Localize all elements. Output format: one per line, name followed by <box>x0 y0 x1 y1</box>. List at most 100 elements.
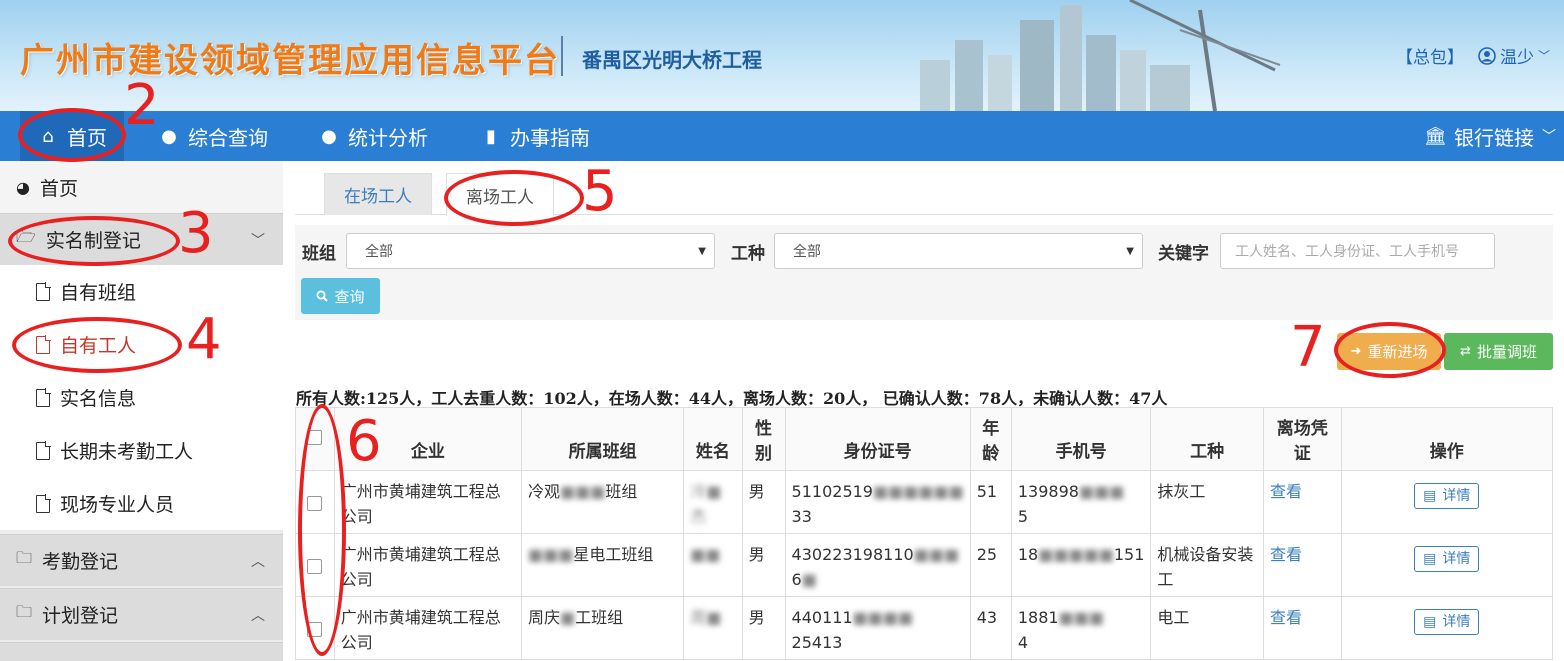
sidebar-group-more[interactable] <box>0 642 283 661</box>
redacted-text: ■■■ <box>913 545 960 564</box>
platform-title: 广州市建设领域管理应用信息平台 <box>20 41 560 81</box>
tab-offsite-workers[interactable]: 离场工人 <box>446 173 554 216</box>
name-redacted: 杰 <box>690 507 707 526</box>
user-name: 温少 <box>1499 48 1534 68</box>
gender-cell: 男 <box>741 533 786 597</box>
gender-cell: 男 <box>741 596 786 660</box>
worktype-select[interactable]: 全部 ▼ <box>774 233 1143 269</box>
keyword-input[interactable]: 工人姓名、工人身份证、工人手机号 <box>1220 233 1495 269</box>
batch-shift-button-label: 批量调班 <box>1476 343 1537 361</box>
folder-open-icon: 🗁 <box>16 227 36 246</box>
sidebar-item-own-workers[interactable]: 自有工人 <box>0 318 283 371</box>
user-icon <box>1478 46 1496 65</box>
team-cell: ■■■星电工班组 <box>520 533 685 597</box>
view-voucher-link[interactable]: 查看 <box>1270 608 1302 627</box>
worktype-cell: 电工 <box>1150 596 1264 660</box>
reenter-button[interactable]: ➜ 重新进场 <box>1337 333 1441 370</box>
detail-button[interactable]: ▤ 详情 <box>1414 609 1480 635</box>
phone-text: 1881 <box>1017 608 1059 627</box>
select-all-cell <box>295 407 335 471</box>
chevron-down-icon: ﹀ <box>1537 49 1550 63</box>
nav-comprehensive-query[interactable]: ● 综合查询 <box>158 111 268 161</box>
phone-text: 18 <box>1017 545 1039 564</box>
id-text-suffix: 25413 <box>791 633 843 652</box>
sidebar-group-plan[interactable]: 🗀 计划登记 ︿ <box>0 588 283 640</box>
age-cell: 25 <box>969 533 1012 597</box>
nav-statistics[interactable]: ● 统计分析 <box>318 111 428 161</box>
nav-home[interactable]: ⌂ 首页 <box>20 111 124 161</box>
detail-button[interactable]: ▤ 详情 <box>1414 483 1480 509</box>
voucher-cell: 查看 <box>1262 470 1342 534</box>
row-checkbox[interactable] <box>307 559 323 574</box>
chevron-up-icon: ︿ <box>251 607 265 624</box>
worktype-cell: 抹灰工 <box>1150 470 1264 534</box>
main-content: 在场工人 离场工人 班组 全部 ▼ 工种 全部 ▼ 关键字 工人姓名、工人身份证… <box>283 161 1564 661</box>
batch-shift-button[interactable]: ⇄ 批量调班 <box>1444 333 1553 370</box>
select-all-checkbox[interactable] <box>307 430 323 445</box>
document-icon: ▤ <box>1423 550 1437 567</box>
redacted-text: ■■■■ <box>852 608 914 627</box>
phone-cell: 139898■■■ 5 <box>1010 470 1152 534</box>
col-company: 企业 <box>333 407 522 471</box>
file-icon <box>36 335 51 354</box>
redacted-text: ■ <box>801 570 817 589</box>
folder-icon: 🗀 <box>16 602 33 621</box>
col-team: 所属班组 <box>520 407 685 471</box>
age-cell: 43 <box>969 596 1012 660</box>
id-cell: 440111■■■■ 25413 <box>784 596 971 660</box>
view-voucher-link[interactable]: 查看 <box>1270 545 1302 564</box>
detail-button-label: 详情 <box>1442 487 1471 504</box>
home-icon: ⌂ <box>42 125 54 147</box>
sidebar-item-label: 自有班组 <box>60 282 137 304</box>
row-checkbox[interactable] <box>307 496 323 511</box>
id-cell: 430223198110■■■ 6■ <box>784 533 971 597</box>
table-row: 广州市黄埔建筑工程总公司 周庆■工班组 周■ 男 440111■■■■ 25413… <box>295 596 1554 660</box>
sidebar-group-realname[interactable]: 🗁 实名制登记 ﹀ <box>0 213 283 265</box>
sidebar-group-attendance[interactable]: 🗀 考勤登记 ︿ <box>0 534 283 586</box>
file-icon <box>36 388 51 407</box>
worktype-select-value: 全部 <box>793 244 821 260</box>
name-redacted: 冷 <box>690 482 707 501</box>
row-select-cell <box>295 596 335 660</box>
col-gender: 性别 <box>741 407 786 471</box>
redacted-text: ■■ <box>690 545 721 564</box>
voucher-cell: 查看 <box>1262 533 1342 597</box>
package-link[interactable]: 【总包】 <box>1396 43 1464 68</box>
sidebar-item-site-professionals[interactable]: 现场专业人员 <box>0 477 283 530</box>
sidebar-item-realname-info[interactable]: 实名信息 <box>0 371 283 424</box>
table-header-row: 企业 所属班组 姓名 性别 身份证号 年龄 手机号 工种 离场凭证 操作 <box>295 407 1554 471</box>
sidebar-item-long-absent[interactable]: 长期未考勤工人 <box>0 424 283 477</box>
phone-cell: 18■■■■■151 <box>1010 533 1152 597</box>
worker-tabs: 在场工人 离场工人 <box>295 173 1553 216</box>
sidebar-item-label: 实名信息 <box>60 388 137 410</box>
nav-guide[interactable]: ▮ 办事指南 <box>480 111 590 161</box>
team-text: 冷观 <box>527 482 560 501</box>
user-menu[interactable]: 温少 ﹀ <box>1478 43 1550 68</box>
row-checkbox[interactable] <box>307 622 323 637</box>
company-cell: 广州市黄埔建筑工程总公司 <box>333 533 522 597</box>
row-select-cell <box>295 533 335 597</box>
actions-cell: ▤ 详情 <box>1340 596 1554 660</box>
col-exit-voucher: 离场凭证 <box>1262 407 1342 471</box>
actions-cell: ▤ 详情 <box>1340 470 1554 534</box>
team-select[interactable]: 全部 ▼ <box>346 233 715 269</box>
sidebar: ◕ 首页 🗁 实名制登记 ﹀ 自有班组 自有工人 实名信息 长期未考勤工人 现场… <box>0 161 283 661</box>
voucher-cell: 查看 <box>1262 596 1342 660</box>
team-text: 周庆 <box>527 608 560 627</box>
tab-onsite-workers[interactable]: 在场工人 <box>324 173 432 215</box>
nav-home-label: 首页 <box>67 125 107 150</box>
nav-bank-links[interactable]: 🏛 银行链接 ﹀ <box>1424 111 1556 161</box>
header-banner: 广州市建设领域管理应用信息平台 番禺区光明大桥工程 【总包】 温少 ﹀ <box>0 0 1564 111</box>
dashboard-icon: ◕ <box>16 177 30 197</box>
redacted-text: ■■■ <box>1078 482 1125 501</box>
col-age: 年龄 <box>969 407 1012 471</box>
query-button[interactable]: 查询 <box>301 278 380 314</box>
view-voucher-link[interactable]: 查看 <box>1270 482 1302 501</box>
sidebar-item-home[interactable]: ◕ 首页 <box>0 161 283 213</box>
nav-stats-label: 统计分析 <box>348 125 428 150</box>
detail-button[interactable]: ▤ 详情 <box>1414 546 1480 572</box>
gender-cell: 男 <box>741 470 786 534</box>
worker-stats: 所有人数:125人，工人去重人数：102人，在场人数：44人，离场人数：20人，… <box>296 389 1168 408</box>
detail-button-label: 详情 <box>1442 550 1471 567</box>
sidebar-item-own-teams[interactable]: 自有班组 <box>0 265 283 318</box>
